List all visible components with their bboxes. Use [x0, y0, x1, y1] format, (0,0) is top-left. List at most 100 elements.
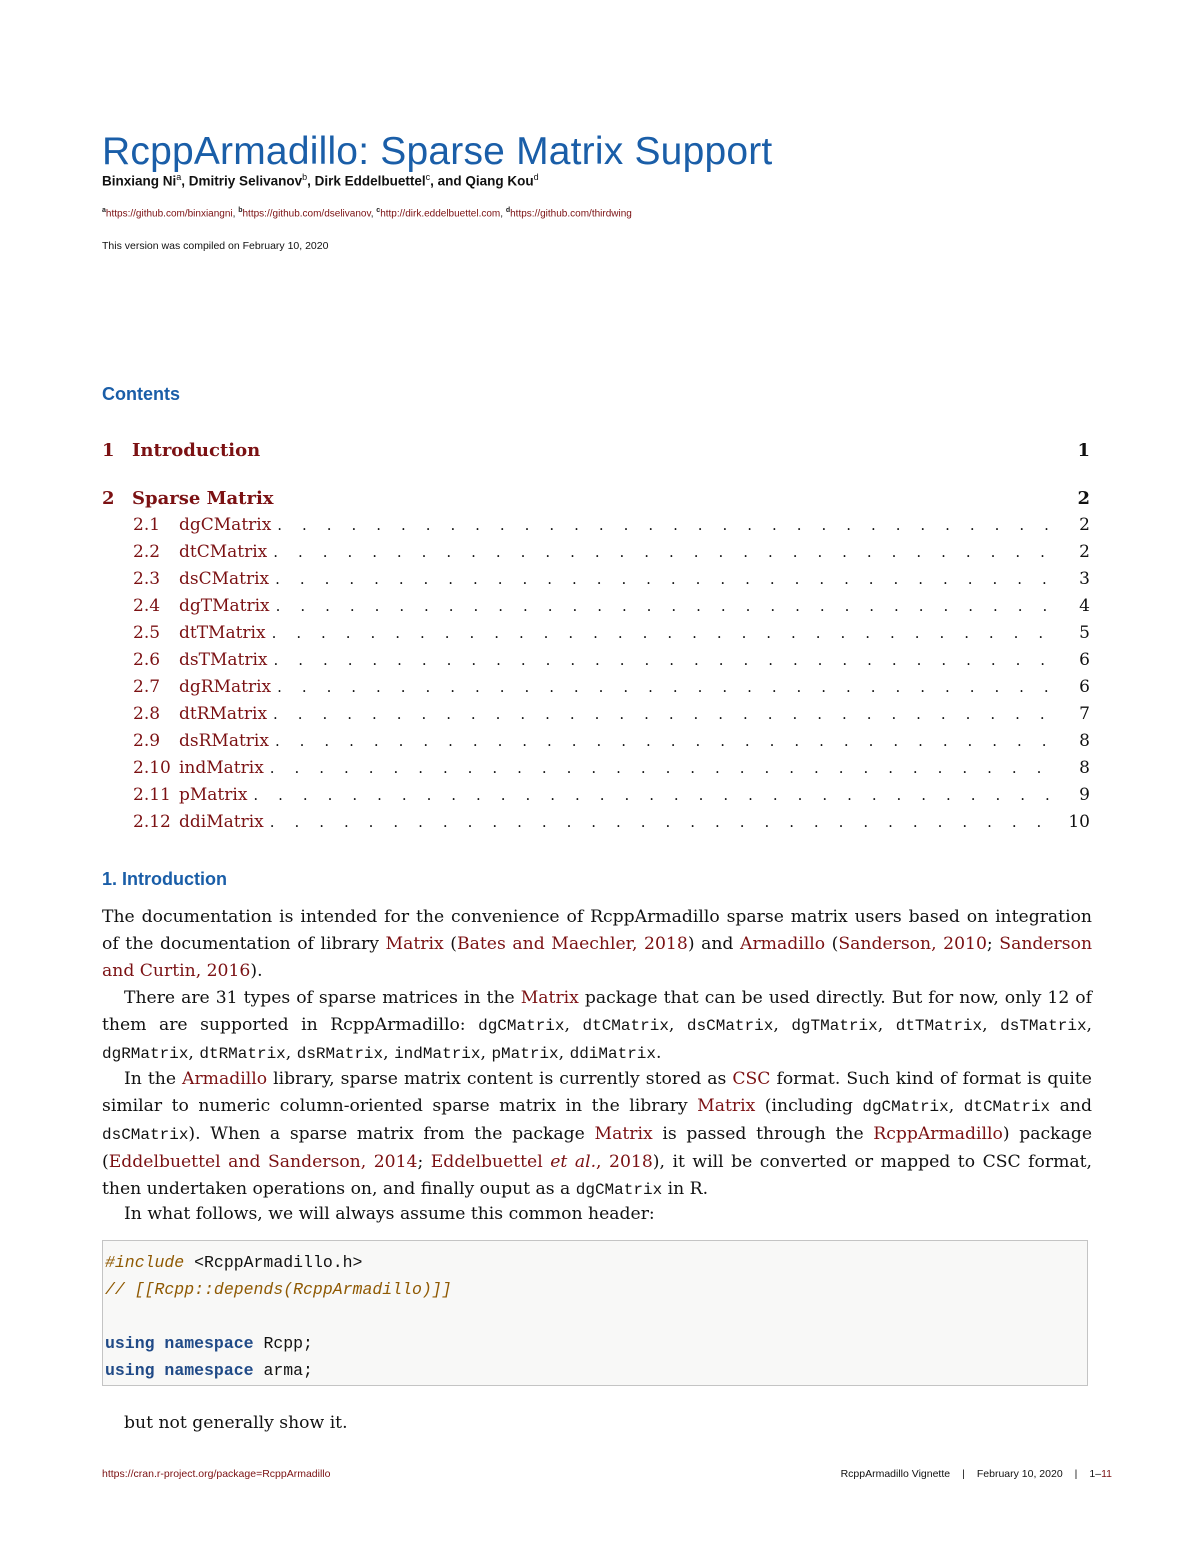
- text-run: ;: [986, 934, 1000, 954]
- toc-leader-dots: . . . . . . . . . . . . . . . . . . . . …: [277, 516, 1058, 534]
- text-run: ). When a sparse matrix from the package: [188, 1124, 595, 1144]
- toc-subsection-label[interactable]: dtRMatrix: [179, 704, 267, 724]
- text-run: ,: [773, 1015, 792, 1035]
- toc-subsection-entry[interactable]: 2.8 dtRMatrix . . . . . . . . . . . . . . …: [133, 704, 1090, 724]
- toc-leader-dots: . . . . . . . . . . . . . . . . . . . . …: [269, 813, 1058, 831]
- toc-subsection-label[interactable]: indMatrix: [179, 758, 264, 778]
- toc-subsection-label[interactable]: dgRMatrix: [179, 677, 271, 697]
- text-run: ,: [564, 1015, 583, 1035]
- code-line: #include <RcppArmadillo.h>: [105, 1249, 1087, 1276]
- author-separator: , and: [430, 173, 466, 189]
- toc-subsection-entry[interactable]: 2.6 dsTMatrix . . . . . . . . . . . . . . …: [133, 650, 1090, 670]
- affiliation-link[interactable]: https://github.com/thirdwing: [510, 208, 632, 219]
- toc-subsection-label[interactable]: pMatrix: [179, 785, 247, 805]
- toc-subsection-label[interactable]: dsTMatrix: [179, 650, 267, 670]
- toc-subsection-number: 2.8: [133, 704, 161, 724]
- affiliation-link[interactable]: http://dirk.eddelbuettel.com: [380, 208, 500, 219]
- toc-subsection-entry[interactable]: 2.3 dsCMatrix . . . . . . . . . . . . . . …: [133, 569, 1090, 589]
- code-line: // [[Rcpp::depends(RcppArmadillo)]]: [105, 1276, 1087, 1303]
- footer-date: February 10, 2020: [976, 1468, 1063, 1480]
- code-token: using: [105, 1334, 155, 1353]
- toc-subsection-number: 2.2: [133, 542, 161, 562]
- inline-code: dtRMatrix: [199, 1045, 286, 1063]
- toc-section-label[interactable]: Sparse Matrix: [132, 488, 1077, 509]
- toc-subsection-entry[interactable]: 2.7 dgRMatrix . . . . . . . . . . . . . . …: [133, 677, 1090, 697]
- text-run: ,: [383, 1043, 395, 1063]
- toc-subsection-entry[interactable]: 2.9 dsRMatrix . . . . . . . . . . . . . . …: [133, 731, 1090, 751]
- toc-page-number: 2: [1079, 515, 1090, 535]
- affiliation-link[interactable]: https://github.com/dselivanov: [243, 208, 371, 219]
- code-token: namespace: [164, 1361, 254, 1380]
- author-affiliation-mark: d: [533, 172, 539, 182]
- citation-link[interactable]: et al.: [550, 1152, 596, 1172]
- text-run: ,: [877, 1015, 896, 1035]
- toc-subsection-label[interactable]: dsCMatrix: [179, 569, 269, 589]
- toc-subsection-entry[interactable]: 2.2 dtCMatrix . . . . . . . . . . . . . . …: [133, 542, 1090, 562]
- toc-subsection-entry[interactable]: 2.11 pMatrix . . . . . . . . . . . . . . .…: [133, 785, 1090, 805]
- paper-page: RcppArmadillo: Sparse Matrix Support Bin…: [0, 0, 1200, 1553]
- inline-code: indMatrix: [394, 1045, 481, 1063]
- toc-leader-dots: . . . . . . . . . . . . . . . . . . . . …: [273, 543, 1058, 561]
- citation-link[interactable]: , 2018: [596, 1152, 653, 1172]
- text-run: ,: [558, 1043, 570, 1063]
- toc-subsection-label[interactable]: dgTMatrix: [179, 596, 270, 616]
- text-run: ,: [982, 1015, 1001, 1035]
- affiliation-link[interactable]: https://github.com/binxiangni: [106, 208, 233, 219]
- citation-link[interactable]: Bates and Maechler, 2018: [457, 934, 688, 954]
- toc-subsection-label[interactable]: dtCMatrix: [179, 542, 267, 562]
- text-run: In the: [124, 1069, 183, 1089]
- text-run: ,: [480, 1043, 492, 1063]
- citation-link[interactable]: Armadillo: [740, 934, 825, 954]
- citation-link[interactable]: CSC: [732, 1069, 770, 1089]
- code-block: #include <RcppArmadillo.h>// [[Rcpp::dep…: [102, 1240, 1088, 1386]
- paragraph-4: In what follows, we will always assume t…: [124, 1204, 655, 1224]
- toc-subsection-label[interactable]: dgCMatrix: [179, 515, 271, 535]
- code-token: <RcppArmadillo.h>: [184, 1253, 363, 1272]
- inline-code: dgCMatrix: [862, 1098, 949, 1116]
- toc-section-label[interactable]: Introduction: [132, 440, 1077, 461]
- closing-sentence: but not generally show it.: [124, 1413, 348, 1433]
- toc-section-entry[interactable]: 1 Introduction 1: [102, 440, 1090, 461]
- citation-link[interactable]: Matrix: [386, 934, 444, 954]
- toc-subsection-entry[interactable]: 2.10 indMatrix . . . . . . . . . . . . . .…: [133, 758, 1090, 778]
- toc-subsection-label[interactable]: dtTMatrix: [179, 623, 266, 643]
- text-run: in R.: [662, 1179, 709, 1199]
- code-line: using namespace Rcpp;: [105, 1330, 1087, 1357]
- citation-link[interactable]: Armadillo: [182, 1069, 267, 1089]
- citation-link[interactable]: Matrix: [595, 1124, 653, 1144]
- text-run: ,: [948, 1096, 964, 1116]
- citation-link[interactable]: RcppArmadillo: [873, 1124, 1003, 1144]
- toc-subsection-number: 2.9: [133, 731, 161, 751]
- toc-page-number: 9: [1079, 785, 1090, 805]
- toc-subsection-entry[interactable]: 2.5 dtTMatrix . . . . . . . . . . . . . . …: [133, 623, 1090, 643]
- author-name: Qiang Kou: [465, 173, 534, 189]
- citation-link[interactable]: Matrix: [521, 988, 579, 1008]
- footer-page-total-link[interactable]: 11: [1101, 1468, 1112, 1480]
- citation-link[interactable]: Eddelbuettel: [431, 1152, 550, 1172]
- toc-page-number: 6: [1079, 677, 1090, 697]
- inline-code: ddiMatrix: [569, 1045, 657, 1063]
- toc-leader-dots: . . . . . . . . . . . . . . . . . . . . …: [275, 597, 1058, 615]
- footer-cran-link[interactable]: https://cran.r-project.org/package=RcppA…: [102, 1468, 330, 1480]
- author-name: Dirk Eddelbuettel: [314, 173, 426, 189]
- toc-subsection-entry[interactable]: 2.12 ddiMatrix . . . . . . . . . . . . . .…: [133, 812, 1090, 832]
- toc-subsection-label[interactable]: ddiMatrix: [179, 812, 264, 832]
- toc-subsection-entry[interactable]: 2.4 dgTMatrix . . . . . . . . . . . . . . …: [133, 596, 1090, 616]
- author-separator: ,: [181, 173, 189, 189]
- toc-subsection-number: 2.10: [133, 758, 171, 778]
- toc-section-entry[interactable]: 2 Sparse Matrix 2: [102, 488, 1090, 509]
- inline-code: pMatrix: [491, 1045, 559, 1063]
- toc-page-number: 5: [1079, 623, 1090, 643]
- citation-link[interactable]: Sanderson, 2010: [838, 934, 987, 954]
- toc-leader-dots: . . . . . . . . . . . . . . . . . . . . …: [275, 570, 1058, 588]
- citation-link[interactable]: Eddelbuettel and Sanderson, 2014: [109, 1152, 418, 1172]
- toc-leader-dots: . . . . . . . . . . . . . . . . . . . . …: [274, 732, 1058, 750]
- toc-subsection-number: 2.7: [133, 677, 161, 697]
- toc-subsection-label[interactable]: dsRMatrix: [179, 731, 269, 751]
- toc-subsection-entry[interactable]: 2.1 dgCMatrix . . . . . . . . . . . . . . …: [133, 515, 1090, 535]
- inline-code: dgRMatrix: [102, 1045, 189, 1063]
- footer-vignette-label: RcppArmadillo Vignette: [840, 1468, 951, 1480]
- citation-link[interactable]: Matrix: [697, 1096, 755, 1116]
- author-separator: ,: [307, 173, 315, 189]
